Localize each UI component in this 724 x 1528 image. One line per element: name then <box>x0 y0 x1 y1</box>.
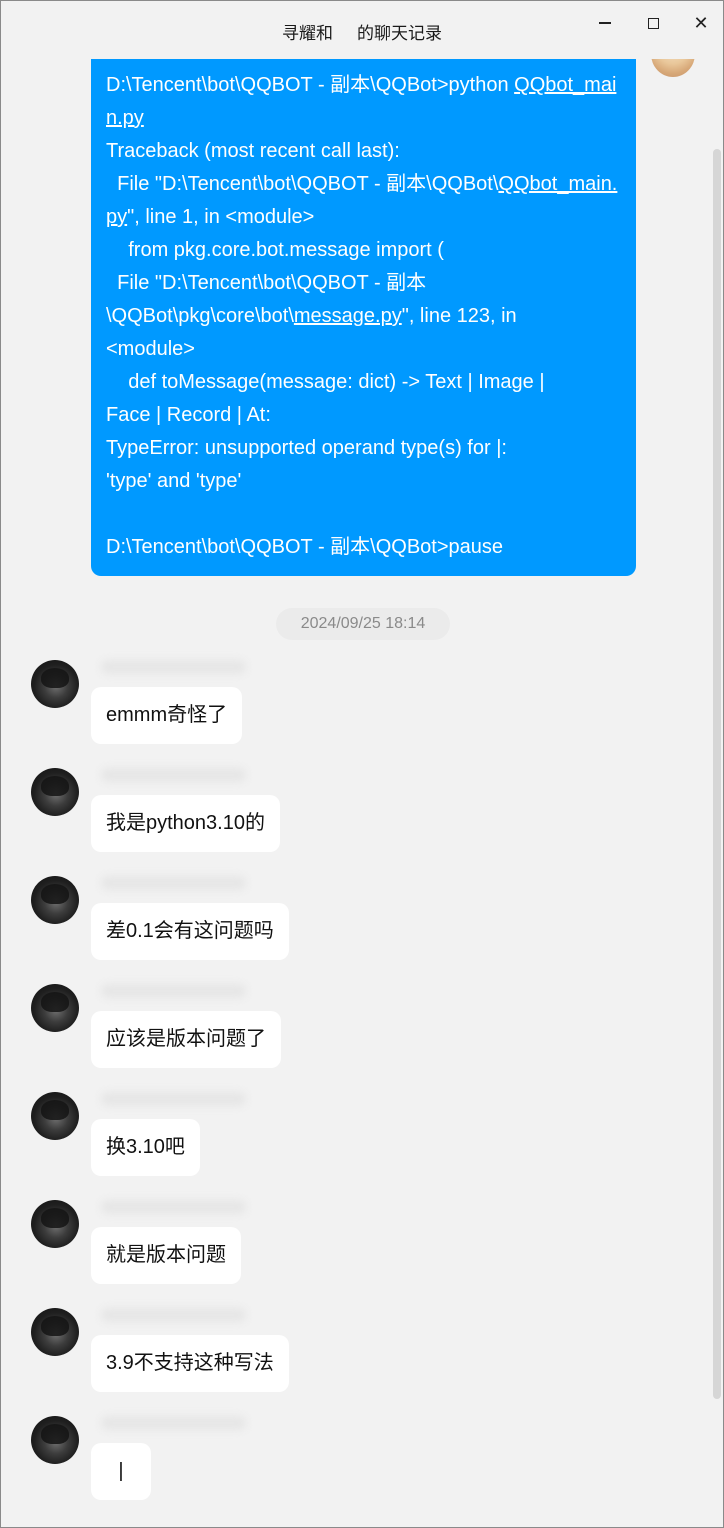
msg-text: File "D:\Tencent\bot\QQBOT - 副本\QQBot\ <box>106 173 499 195</box>
message-text: 就是版本问题 <box>106 1244 226 1266</box>
file-link[interactable]: message.py <box>294 305 402 327</box>
contact-avatar[interactable] <box>31 984 79 1032</box>
msg-text: D:\Tencent\bot\QQBOT - 副本\QQBot>pause <box>106 536 504 558</box>
title-contact-name: 寻耀和 <box>282 24 333 43</box>
message-bubble[interactable]: emmm奇怪了 <box>91 687 243 744</box>
contact-avatar[interactable] <box>31 1308 79 1356</box>
contact-avatar[interactable] <box>31 1200 79 1248</box>
sender-name-blurred <box>101 768 246 782</box>
message-text: emmm奇怪了 <box>106 704 228 726</box>
minimize-button[interactable] <box>585 9 625 37</box>
sender-name-blurred <box>101 1308 246 1322</box>
msg-text: def toMessage(message: dict) -> Text | I… <box>106 371 545 426</box>
title-suffix: 的聊天记录 <box>357 24 442 43</box>
msg-text: Traceback (most recent call last): <box>106 140 400 162</box>
minimize-icon <box>599 22 611 24</box>
message-bubble[interactable]: | <box>91 1443 151 1500</box>
message-bubble[interactable]: 3.9不支持这种写法 <box>91 1335 289 1392</box>
msg-text: D:\Tencent\bot\QQBOT - 副本\QQBot>python <box>106 74 515 96</box>
self-message-bubble[interactable]: D:\Tencent\bot\QQBOT - 副本\QQBot>python Q… <box>91 57 636 576</box>
maximize-icon <box>647 17 659 29</box>
message-text: 我是python3.10的 <box>106 812 265 834</box>
message-text: 3.9不支持这种写法 <box>106 1352 274 1374</box>
contact-avatar[interactable] <box>31 768 79 816</box>
sender-name-blurred <box>101 660 246 674</box>
maximize-button[interactable] <box>633 9 673 37</box>
msg-text: TypeError: unsupported operand type(s) f… <box>106 437 507 492</box>
msg-text: ", line 1, in <module> <box>127 206 315 228</box>
message-text: 应该是版本问题了 <box>106 1028 266 1050</box>
title-bar[interactable]: 寻耀和 的聊天记录 ✕ <box>1 1 723 59</box>
message-bubble[interactable]: 应该是版本问题了 <box>91 1011 281 1068</box>
message-text: | <box>118 1460 124 1482</box>
msg-text: from pkg.core.bot.message import ( <box>106 239 444 261</box>
close-button[interactable]: ✕ <box>681 9 721 37</box>
sender-name-blurred <box>101 1200 246 1214</box>
message-bubble[interactable]: 差0.1会有这问题吗 <box>91 903 289 960</box>
message-bubble[interactable]: 就是版本问题 <box>91 1227 241 1284</box>
timestamp: 2024/09/25 18:14 <box>276 608 450 640</box>
chat-history-window: 寻耀和 的聊天记录 ✕ D:\Tencent\bot\QQBOT - 副本\QQB… <box>0 0 724 1528</box>
message-text: 差0.1会有这问题吗 <box>106 920 274 942</box>
sender-name-blurred <box>101 1092 246 1106</box>
sender-name-blurred <box>101 876 246 890</box>
contact-avatar[interactable] <box>31 1092 79 1140</box>
sender-name-blurred <box>101 1416 246 1430</box>
sender-name-blurred <box>101 984 246 998</box>
message-bubble[interactable]: 我是python3.10的 <box>91 795 280 852</box>
message-text: 换3.10吧 <box>106 1136 185 1158</box>
contact-avatar[interactable] <box>31 876 79 924</box>
contact-avatar[interactable] <box>31 660 79 708</box>
close-icon: ✕ <box>693 12 709 33</box>
scrollbar[interactable] <box>713 149 721 1399</box>
message-bubble[interactable]: 换3.10吧 <box>91 1119 200 1176</box>
contact-avatar[interactable] <box>31 1416 79 1464</box>
